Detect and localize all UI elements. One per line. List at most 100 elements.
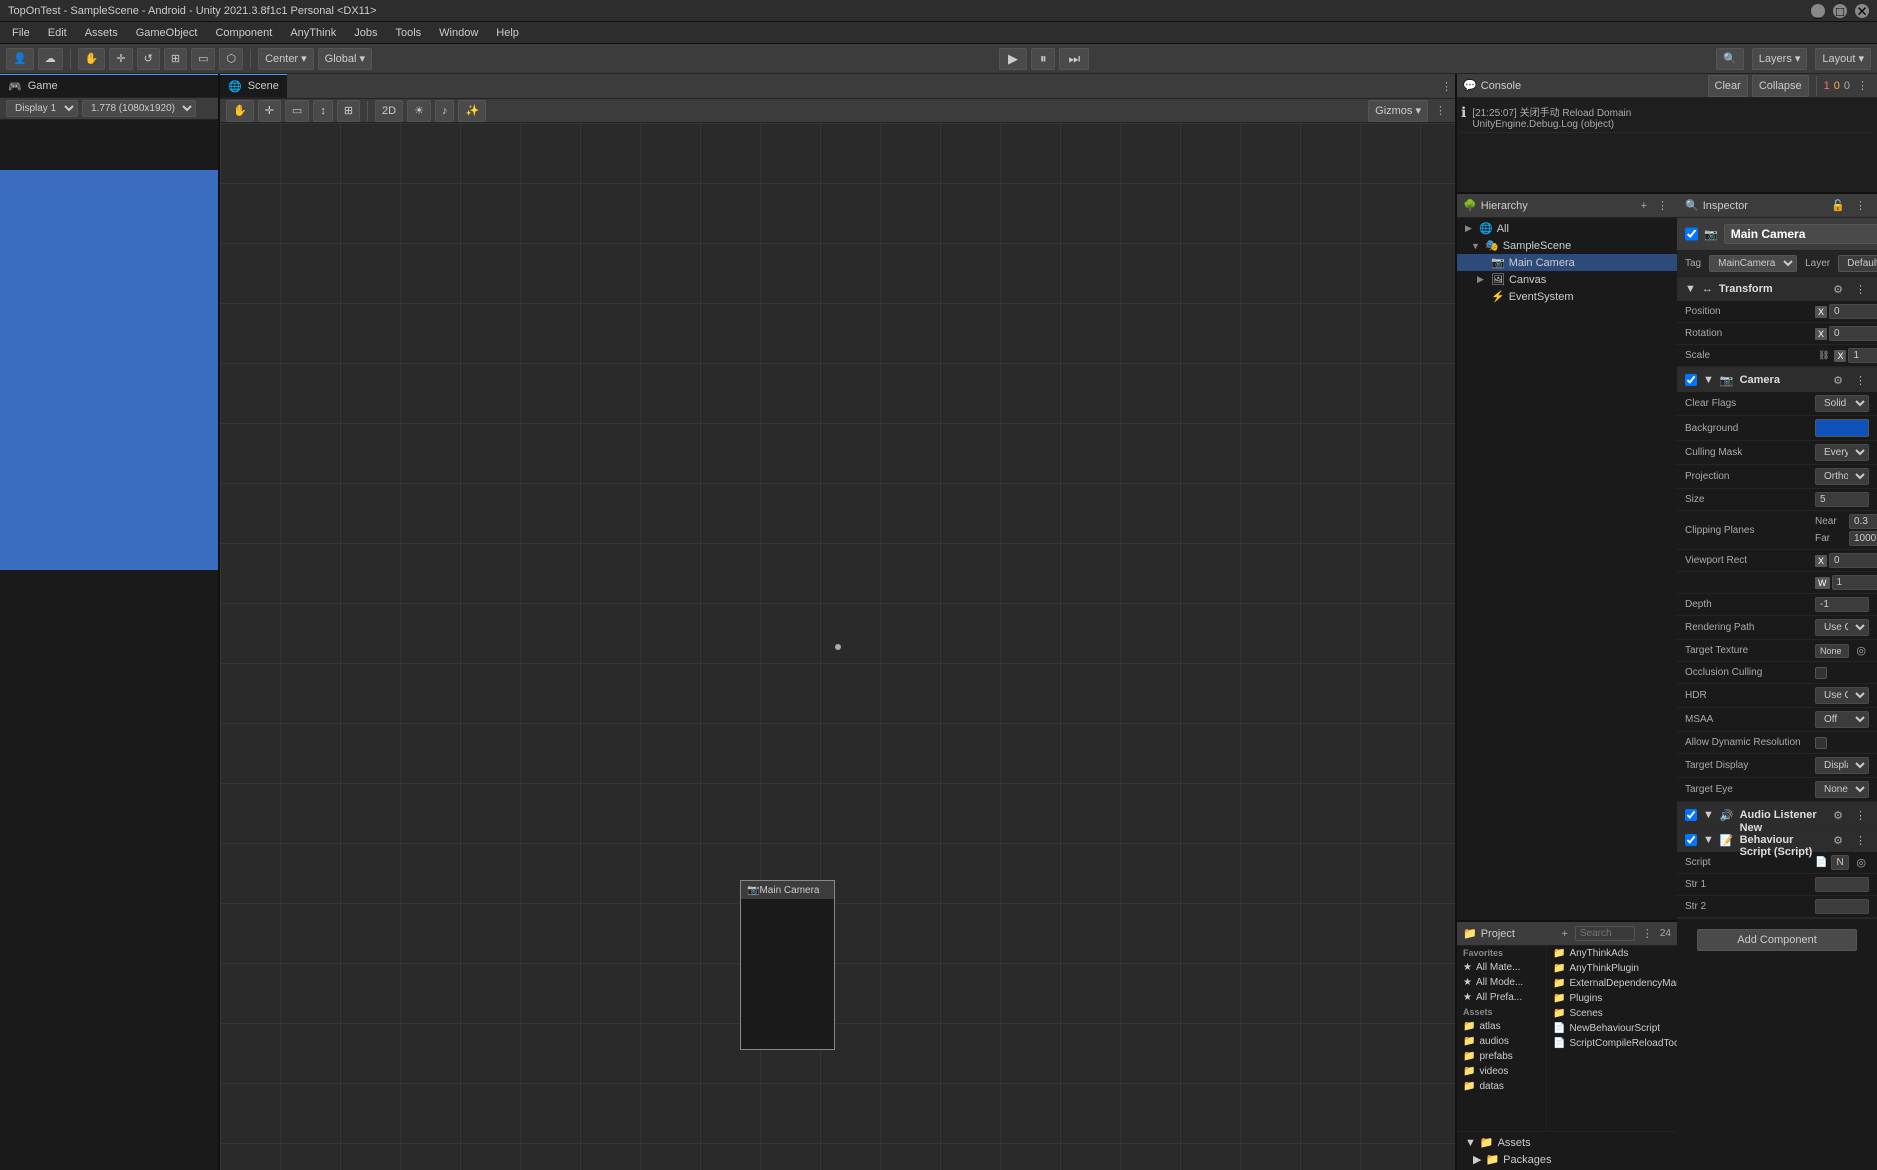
fav-all-prefabs[interactable]: ★ All Prefa... bbox=[1457, 990, 1546, 1005]
hand-tool[interactable]: ✋ bbox=[78, 48, 106, 70]
new-behaviour-header[interactable]: ▼ 📝 New Behaviour Script (Script) ⚙ ⋮ bbox=[1677, 828, 1877, 852]
pause-button[interactable]: ⏸ bbox=[1031, 48, 1056, 70]
project-item-scriptcompile[interactable]: 📄 ScriptCompileReloadTools bbox=[1547, 1036, 1677, 1051]
allow-dynamic-res-checkbox[interactable] bbox=[1815, 737, 1827, 749]
new-behaviour-settings-btn[interactable]: ⚙ bbox=[1830, 833, 1846, 848]
menu-anythink[interactable]: AnyThink bbox=[282, 25, 344, 41]
viewport-w-input[interactable] bbox=[1832, 575, 1877, 590]
position-x-input[interactable] bbox=[1829, 304, 1877, 319]
project-folder-datas[interactable]: 📁 datas bbox=[1457, 1079, 1546, 1094]
menu-window[interactable]: Window bbox=[431, 25, 486, 41]
hierarchy-item-canvas[interactable]: ▶ 🖼 Canvas bbox=[1457, 271, 1677, 288]
audio-listener-active-cb[interactable] bbox=[1685, 809, 1697, 821]
transform-header[interactable]: ▼ ↔ Transform ⚙ ⋮ bbox=[1677, 277, 1877, 301]
object-name-input[interactable]: Main Camera bbox=[1724, 224, 1877, 244]
menu-gameobject[interactable]: GameObject bbox=[128, 25, 206, 41]
camera-settings-btn[interactable]: ⚙ bbox=[1830, 373, 1846, 388]
transform-tool[interactable]: ⬡ bbox=[219, 48, 243, 70]
object-active-checkbox[interactable] bbox=[1685, 227, 1698, 241]
scene-more2-btn[interactable]: ⋮ bbox=[1432, 103, 1449, 118]
scale-x-input[interactable] bbox=[1848, 348, 1877, 363]
menu-assets[interactable]: Assets bbox=[77, 25, 126, 41]
step-button[interactable]: ⏭ bbox=[1059, 48, 1089, 70]
project-item-extdep[interactable]: 📁 ExternalDependencyManager bbox=[1547, 976, 1677, 991]
scale-tool[interactable]: ⊞ bbox=[164, 48, 187, 70]
menu-edit[interactable]: Edit bbox=[40, 25, 75, 41]
minimize-button[interactable]: _ bbox=[1811, 4, 1825, 18]
audio-listener-more-btn[interactable]: ⋮ bbox=[1852, 808, 1869, 823]
menu-file[interactable]: File bbox=[4, 25, 38, 41]
msaa-dropdown[interactable]: Off bbox=[1815, 711, 1869, 728]
tag-dropdown[interactable]: MainCamera bbox=[1709, 255, 1797, 272]
project-folder-atlas[interactable]: 📁 atlas bbox=[1457, 1019, 1546, 1034]
menu-tools[interactable]: Tools bbox=[387, 25, 429, 41]
scene-snap-btn[interactable]: ⊞ bbox=[337, 100, 360, 122]
str1-input[interactable] bbox=[1815, 877, 1869, 892]
near-input[interactable] bbox=[1849, 514, 1877, 529]
hierarchy-add-btn[interactable]: + bbox=[1638, 199, 1650, 213]
hierarchy-item-maincamera[interactable]: 📷 Main Camera bbox=[1457, 254, 1677, 271]
size-input[interactable] bbox=[1815, 492, 1869, 507]
scene-rect-btn[interactable]: ▭ bbox=[285, 100, 309, 122]
window-controls[interactable]: _ □ ✕ bbox=[1811, 4, 1869, 18]
project-folder-videos[interactable]: 📁 videos bbox=[1457, 1064, 1546, 1079]
projection-dropdown[interactable]: Orthographic bbox=[1815, 468, 1869, 485]
rotate-tool[interactable]: ↺ bbox=[137, 48, 160, 70]
clear-flags-dropdown[interactable]: Solid Color bbox=[1815, 395, 1869, 412]
scene-viewport[interactable]: 📷 Main Camera bbox=[220, 123, 1455, 1170]
global-button[interactable]: Global ▾ bbox=[318, 48, 372, 70]
hierarchy-item-samplescene[interactable]: ▼ 🎭 SampleScene bbox=[1457, 237, 1677, 254]
rect-tool[interactable]: ▭ bbox=[191, 48, 215, 70]
scene-2d-btn[interactable]: 2D bbox=[375, 100, 403, 122]
hierarchy-more-btn[interactable]: ⋮ bbox=[1654, 198, 1671, 213]
resolution-dropdown[interactable]: 1.778 (1080x1920) bbox=[82, 100, 196, 117]
scene-move-btn[interactable]: ✛ bbox=[258, 100, 281, 122]
transform-more-btn[interactable]: ⋮ bbox=[1852, 282, 1869, 297]
viewport-x-input[interactable] bbox=[1829, 553, 1877, 568]
fav-all-materials[interactable]: ★ All Mate... bbox=[1457, 960, 1546, 975]
target-texture-pick-btn[interactable]: ◎ bbox=[1853, 643, 1869, 658]
console-clear-btn[interactable]: Clear bbox=[1708, 75, 1748, 97]
camera-header[interactable]: ▼ 📷 Camera ⚙ ⋮ bbox=[1677, 368, 1877, 392]
scene-audio-btn[interactable]: ♪ bbox=[435, 100, 455, 122]
close-button[interactable]: ✕ bbox=[1855, 4, 1869, 18]
occlusion-culling-checkbox[interactable] bbox=[1815, 667, 1827, 679]
scene-light-btn[interactable]: ☀ bbox=[407, 100, 431, 122]
target-texture-input[interactable] bbox=[1815, 644, 1849, 658]
scale-link-btn[interactable]: ⛓ bbox=[1815, 349, 1832, 362]
script-pick-btn[interactable]: ◎ bbox=[1853, 855, 1869, 870]
target-eye-dropdown[interactable]: None (Main Display) bbox=[1815, 781, 1869, 798]
culling-mask-dropdown[interactable]: Everything bbox=[1815, 444, 1869, 461]
project-item-newbehaviour[interactable]: 📄 NewBehaviourScript bbox=[1547, 1021, 1677, 1036]
project-add-btn[interactable]: + bbox=[1558, 927, 1570, 941]
new-behaviour-more-btn[interactable]: ⋮ bbox=[1852, 833, 1869, 848]
audio-listener-settings-btn[interactable]: ⚙ bbox=[1830, 808, 1846, 823]
project-item-anythinkads[interactable]: 📁 AnyThinkAds bbox=[1547, 946, 1677, 961]
rendering-path-dropdown[interactable]: Use Graphics Settings bbox=[1815, 619, 1869, 636]
scene-more-btn[interactable]: ⋮ bbox=[1438, 74, 1455, 98]
console-collapse-btn[interactable]: Collapse bbox=[1752, 75, 1809, 97]
scene-tab[interactable]: 🌐 Scene bbox=[220, 74, 287, 98]
search-button[interactable]: 🔍 bbox=[1716, 48, 1744, 70]
scene-scale-btn[interactable]: ↕ bbox=[313, 100, 333, 122]
cloud-button[interactable]: ☁ bbox=[38, 48, 63, 70]
camera-more-btn[interactable]: ⋮ bbox=[1852, 373, 1869, 388]
layers-dropdown[interactable]: Layers ▾ bbox=[1752, 48, 1808, 70]
transform-settings-btn[interactable]: ⚙ bbox=[1830, 282, 1846, 297]
far-input[interactable] bbox=[1849, 531, 1877, 546]
new-behaviour-active-cb[interactable] bbox=[1685, 834, 1697, 846]
project-tree-assets[interactable]: ▼ 📁 Assets bbox=[1459, 1134, 1675, 1151]
project-tree-packages[interactable]: ▶ 📁 Packages bbox=[1459, 1151, 1675, 1168]
console-more-btn[interactable]: ⋮ bbox=[1854, 78, 1871, 93]
console-entry-1[interactable]: ℹ [21:25:07] 关闭手动 Reload Domain UnityEng… bbox=[1461, 102, 1873, 133]
hdr-dropdown[interactable]: Use Graphics Settings bbox=[1815, 687, 1869, 704]
fav-all-models[interactable]: ★ All Mode... bbox=[1457, 975, 1546, 990]
inspector-more-btn[interactable]: ⋮ bbox=[1852, 198, 1869, 213]
play-button[interactable]: ▶ bbox=[999, 48, 1027, 70]
display-dropdown[interactable]: Display 1 bbox=[6, 100, 78, 117]
hierarchy-item-eventsystem[interactable]: ⚡ EventSystem bbox=[1457, 288, 1677, 305]
project-folder-audios[interactable]: 📁 audios bbox=[1457, 1034, 1546, 1049]
project-item-scenes[interactable]: 📁 Scenes bbox=[1547, 1006, 1677, 1021]
layer-dropdown[interactable]: Default bbox=[1838, 255, 1877, 272]
layout-dropdown[interactable]: Layout ▾ bbox=[1815, 48, 1871, 70]
